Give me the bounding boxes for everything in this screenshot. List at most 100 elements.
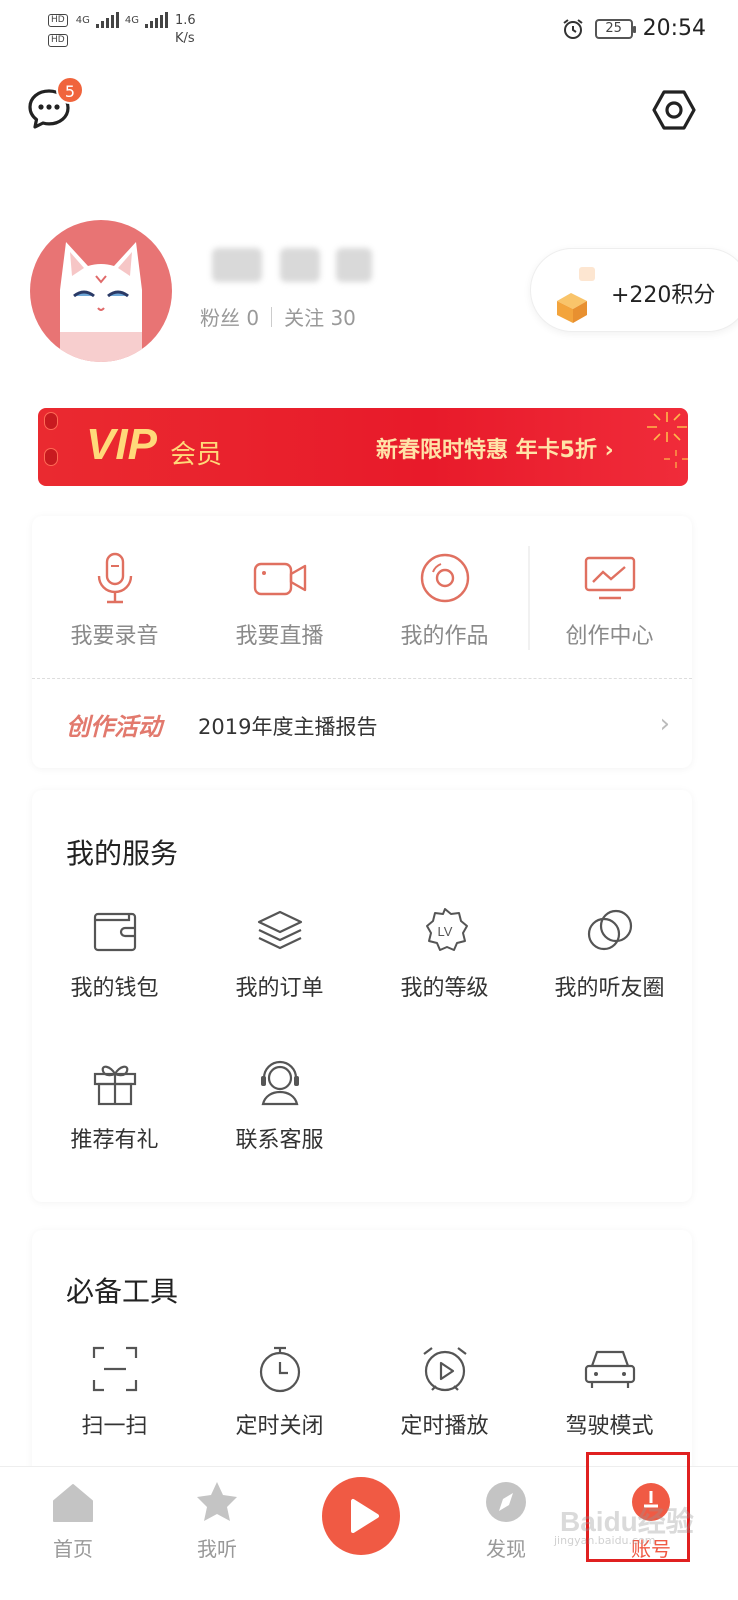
gear-icon: [652, 90, 696, 130]
orders-label: 我的订单: [235, 976, 324, 1001]
works-label: 我的作品: [400, 624, 489, 649]
tab-listen-label: 我听: [197, 1537, 237, 1561]
headset-icon: [260, 1060, 299, 1106]
status-bar: HD 4G 4G HD 1.6 K/s 25 20:54: [0, 0, 738, 62]
tab-listen[interactable]: 我听: [162, 1479, 272, 1562]
hd-badge: HD: [48, 33, 68, 47]
disc-icon: [420, 553, 469, 603]
network-speed: 1.6 K/s: [175, 12, 196, 48]
services-title: 我的服务: [66, 837, 179, 870]
record-label: 我要录音: [70, 624, 159, 649]
home-icon: [53, 1484, 93, 1522]
wallet-button[interactable]: 我的钱包: [32, 906, 197, 1002]
play-icon: [351, 1499, 379, 1533]
message-count-badge: 5: [56, 76, 84, 104]
car-icon: [584, 1350, 635, 1388]
vip-banner[interactable]: VIP 会员 新春限时特惠 年卡5折 ›: [38, 408, 688, 486]
layers-icon: [257, 910, 302, 950]
watermark-url: jingyan.baidu.com: [554, 1534, 656, 1547]
chevron-right-icon: ›: [659, 709, 670, 739]
alarm-play-icon: [422, 1347, 467, 1392]
play-button[interactable]: [322, 1477, 400, 1555]
compass-icon: [486, 1482, 526, 1522]
referral-button[interactable]: 推荐有礼: [32, 1058, 197, 1154]
monitor-chart-icon: [584, 556, 635, 600]
following-count[interactable]: 关注 30: [284, 302, 356, 331]
dashed-divider: [32, 678, 692, 679]
timer-icon: [259, 1346, 300, 1393]
listener-circle-label: 我的听友圈: [554, 976, 665, 1001]
gift-box-icon: [557, 267, 595, 323]
blur-mask: [280, 248, 320, 282]
record-button[interactable]: 我要录音: [32, 552, 197, 650]
sleep-timer-label: 定时关闭: [235, 1414, 324, 1439]
network-type: 4G: [124, 14, 139, 26]
vip-promo: 新春限时特惠 年卡5折 ›: [376, 438, 614, 463]
points-button[interactable]: +220积分: [530, 248, 738, 332]
tab-discover-label: 发现: [486, 1537, 526, 1561]
customer-service-label: 联系客服: [235, 1128, 324, 1153]
battery-icon: 25: [594, 18, 636, 39]
network-type: 4G: [75, 14, 90, 26]
tools-title: 必备工具: [66, 1275, 179, 1308]
drive-mode-button[interactable]: 驾驶模式: [527, 1344, 692, 1440]
creation-center-label: 创作中心: [565, 624, 654, 649]
username-blurred: [200, 242, 380, 288]
status-right: 25 20:54: [561, 16, 706, 41]
signal-icon: [144, 12, 168, 28]
cat-avatar-icon: [60, 242, 142, 362]
level-badge-icon: LV: [425, 908, 468, 951]
blur-mask: [336, 248, 372, 282]
microphone-icon: [97, 552, 132, 604]
lantern-icon: [44, 448, 58, 466]
live-label: 我要直播: [235, 624, 324, 649]
activity-row[interactable]: 创作活动 2019年度主播报告 ›: [66, 705, 676, 745]
activity-text: 2019年度主播报告: [198, 715, 378, 739]
network-indicators: HD 4G 4G HD: [48, 10, 168, 50]
lantern-icon: [44, 412, 58, 430]
circles-icon: [587, 909, 632, 951]
alarm-icon: [562, 18, 583, 39]
level-label: 我的等级: [400, 976, 489, 1001]
blur-mask: [212, 248, 262, 282]
scheduled-play-button[interactable]: 定时播放: [362, 1344, 527, 1440]
video-camera-icon: [253, 562, 306, 596]
level-button[interactable]: LV 我的等级: [362, 906, 527, 1002]
sleep-timer-button[interactable]: 定时关闭: [197, 1344, 362, 1440]
star-icon: [197, 1482, 237, 1521]
activity-tag: 创作活动: [66, 713, 162, 741]
orders-button[interactable]: 我的订单: [197, 906, 362, 1002]
works-button[interactable]: 我的作品: [362, 552, 527, 650]
referral-label: 推荐有礼: [70, 1128, 159, 1153]
gift-icon: [93, 1065, 136, 1106]
drive-mode-label: 驾驶模式: [565, 1414, 654, 1439]
tab-home[interactable]: 首页: [18, 1479, 128, 1562]
wallet-label: 我的钱包: [70, 976, 159, 1001]
scan-label: 扫一扫: [81, 1414, 148, 1439]
wallet-icon: [93, 912, 136, 952]
svg-text:LV: LV: [437, 924, 452, 939]
vip-title: VIP: [86, 420, 157, 469]
scheduled-play-label: 定时播放: [400, 1414, 489, 1439]
tab-discover[interactable]: 发现: [451, 1479, 561, 1562]
points-label: +220积分: [611, 283, 716, 308]
settings-button[interactable]: [652, 88, 696, 132]
profile-stats: 粉丝 0 关注 30: [200, 302, 356, 331]
stats-divider: [271, 306, 273, 327]
firework-icon: [647, 412, 688, 468]
hd-badge: HD: [48, 13, 68, 27]
vip-subtitle: 会员: [170, 440, 223, 470]
fans-count[interactable]: 粉丝 0: [200, 302, 259, 331]
scan-button[interactable]: 扫一扫: [32, 1344, 197, 1440]
speed-unit: K/s: [175, 31, 195, 46]
avatar[interactable]: [30, 220, 172, 362]
clock: 20:54: [642, 16, 706, 41]
speed-value: 1.6: [175, 13, 196, 28]
tab-home-label: 首页: [53, 1537, 93, 1561]
customer-service-button[interactable]: 联系客服: [197, 1058, 362, 1154]
creation-center-button[interactable]: 创作中心: [527, 552, 692, 650]
listener-circle-button[interactable]: 我的听友圈: [527, 906, 692, 1002]
live-button[interactable]: 我要直播: [197, 552, 362, 650]
scan-icon: [92, 1346, 137, 1392]
signal-icon: [95, 12, 119, 28]
